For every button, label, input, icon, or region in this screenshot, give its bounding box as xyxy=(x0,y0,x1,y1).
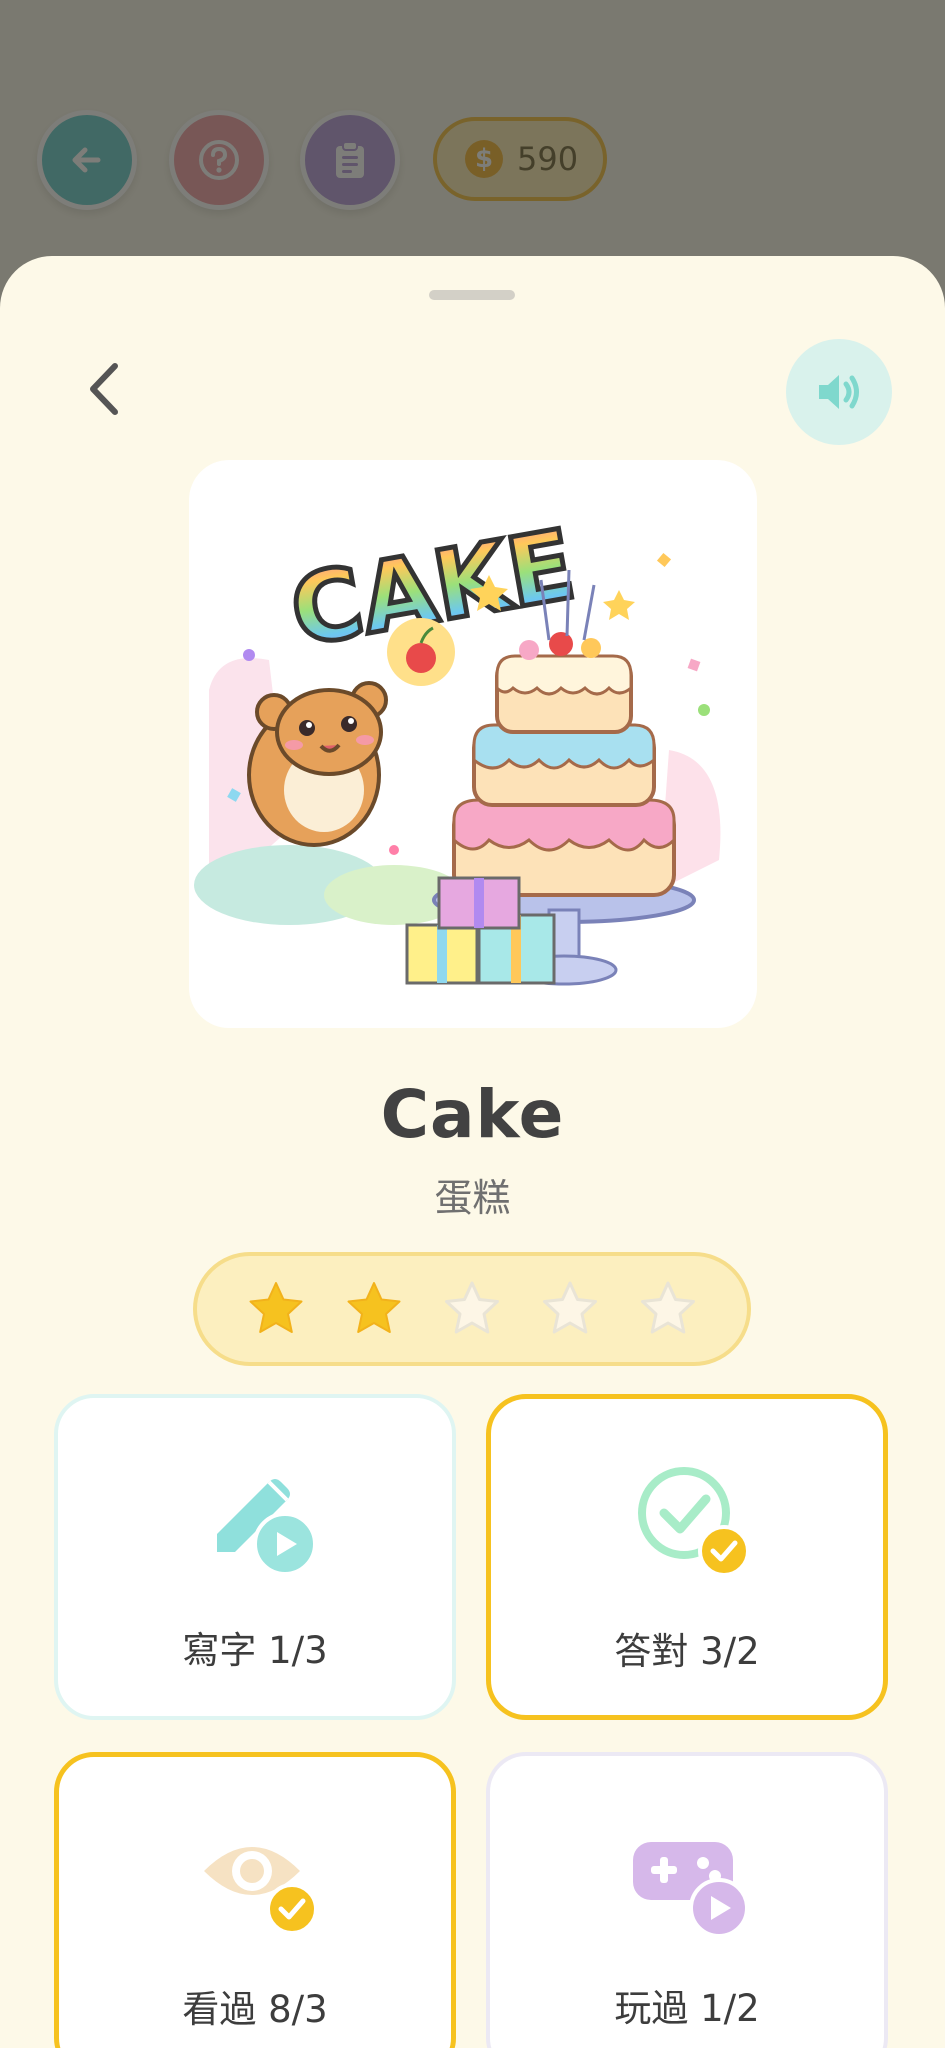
stat-card-correct[interactable]: 答對 3/2 xyxy=(486,1394,888,1720)
cake-illustration: CAKE xyxy=(194,506,721,986)
speaker-icon xyxy=(819,375,859,409)
star-icon-empty xyxy=(541,1280,599,1338)
word-english: Cake xyxy=(380,1076,565,1153)
star-icon-filled xyxy=(345,1280,403,1338)
play-sound-button[interactable] xyxy=(786,339,892,445)
pencil-play-icon xyxy=(199,1460,319,1580)
stat-played-label: 玩過 1/2 xyxy=(614,1987,760,2030)
stat-card-write[interactable]: 寫字 1/3 xyxy=(54,1394,456,1720)
chevron-left-icon xyxy=(90,363,118,415)
sheet-drag-handle[interactable] xyxy=(429,290,515,300)
stat-card-viewed[interactable]: 看過 8/3 xyxy=(54,1752,456,2048)
star-icon-empty xyxy=(443,1280,501,1338)
stat-card-played[interactable]: 玩過 1/2 xyxy=(486,1752,888,2048)
word-chinese: 蛋糕 xyxy=(434,1176,511,1220)
stat-viewed-label: 看過 8/3 xyxy=(182,1988,328,2031)
sheet-back-button[interactable] xyxy=(72,356,138,422)
star-icon-filled xyxy=(247,1280,305,1338)
stat-write-label: 寫字 1/3 xyxy=(182,1629,328,1672)
check-circle-icon xyxy=(632,1461,752,1581)
star-icon-empty xyxy=(639,1280,697,1338)
word-detail-sheet: CAKE Cake 蛋糕 寫字 1/3 答對 3/2 看過 8/3 玩過 1/2 xyxy=(0,256,945,2048)
word-illustration: CAKE xyxy=(189,460,757,1028)
gamepad-play-icon xyxy=(631,1818,751,1938)
eye-icon xyxy=(200,1819,320,1939)
stat-correct-label: 答對 3/2 xyxy=(614,1630,760,1673)
star-rating xyxy=(193,1252,751,1366)
